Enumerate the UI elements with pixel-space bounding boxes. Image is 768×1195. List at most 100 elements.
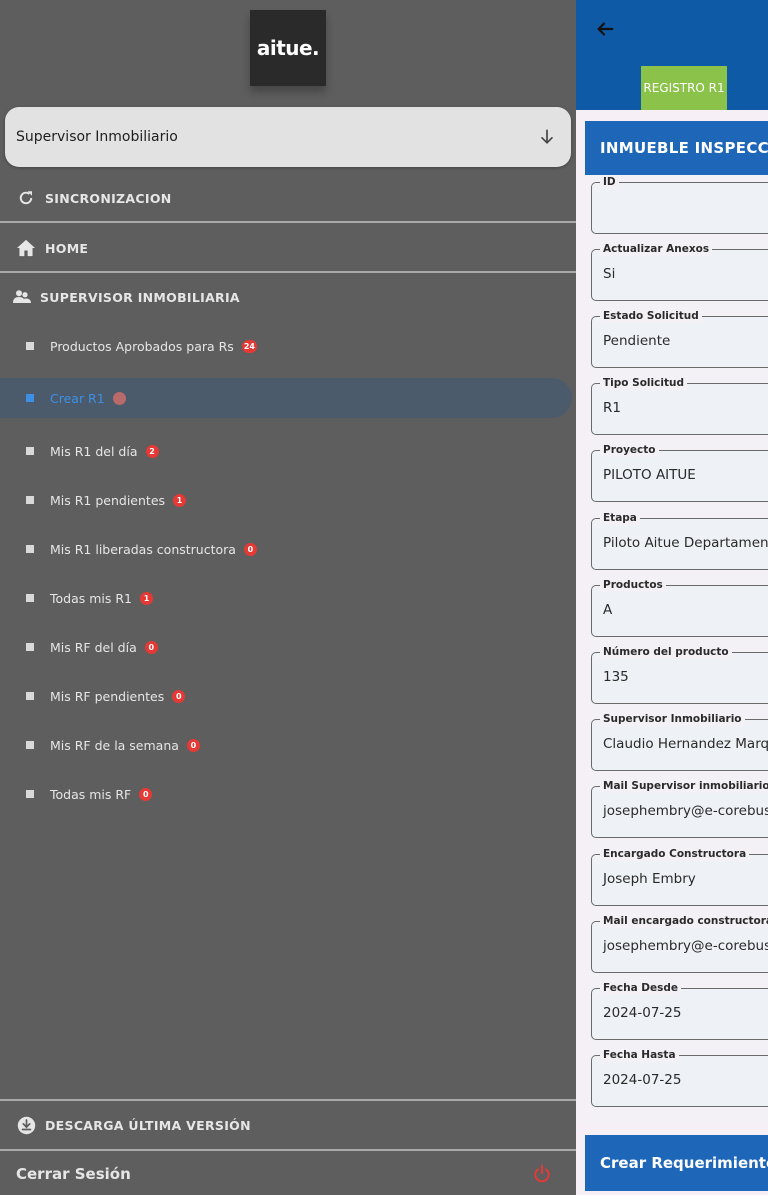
- numero-producto-field[interactable]: Número del producto 135: [591, 645, 768, 704]
- menu-section-label: SUPERVISOR INMOBILIARIA: [40, 289, 240, 305]
- bullet-icon: [26, 394, 34, 402]
- section-title: INMUEBLE INSPECCI: [585, 121, 768, 175]
- arrow-down-icon: [541, 129, 553, 144]
- divider: [0, 221, 576, 223]
- menu-home-label: HOME: [45, 240, 89, 256]
- logo-text: aitue.: [256, 36, 320, 60]
- field-label: Etapa: [600, 511, 640, 525]
- menu-item-label: Mis R1 liberadas constructora: [50, 541, 236, 557]
- count-badge: 0: [243, 542, 257, 556]
- role-selector-value: Supervisor Inmobiliario: [16, 129, 178, 145]
- field-label: Mail encargado constructora: [600, 914, 768, 928]
- bullet-icon: [26, 447, 34, 455]
- form-panel: REGISTRO R1 INMUEBLE INSPECCI ID Actuali…: [576, 0, 768, 1195]
- supervisor-inmobiliario-field[interactable]: Supervisor Inmobiliario Claudio Hernande…: [591, 712, 768, 771]
- bullet-icon: [26, 643, 34, 651]
- menu-download-label: DESCARGA ÚLTIMA VERSIÓN: [45, 1117, 251, 1133]
- encargado-constructora-field[interactable]: Encargado Constructora Joseph Embry: [591, 847, 768, 906]
- menu-item-label: Mis RF del día: [50, 639, 137, 655]
- count-badge: 24: [241, 339, 257, 353]
- logout-button[interactable]: Cerrar Sesión: [0, 1152, 576, 1195]
- divider: [0, 1149, 576, 1151]
- field-label: Mail Supervisor inmobiliario: [600, 779, 768, 793]
- home-icon: [16, 238, 36, 258]
- field-value: 135: [603, 669, 629, 685]
- field-label: Tipo Solicitud: [600, 376, 687, 390]
- menu-sync[interactable]: SINCRONIZACION: [0, 177, 576, 219]
- id-field[interactable]: ID: [591, 175, 768, 234]
- group-icon: [12, 287, 32, 307]
- aitue-logo: aitue.: [250, 10, 326, 86]
- count-badge: 0: [172, 689, 186, 703]
- logout-label: Cerrar Sesión: [16, 1164, 131, 1183]
- menu-section-supervisor[interactable]: SUPERVISOR INMOBILIARIA: [0, 277, 576, 317]
- field-label: Estado Solicitud: [600, 309, 702, 323]
- field-label: Proyecto: [600, 443, 659, 457]
- count-badge: 0: [186, 738, 200, 752]
- mail-supervisor-field[interactable]: Mail Supervisor inmobiliario josephembry…: [591, 779, 768, 838]
- fecha-hasta-field[interactable]: Fecha Hasta 2024-07-25: [591, 1048, 768, 1107]
- menu-item-mis-r1-dia[interactable]: Mis R1 del día 2: [0, 431, 572, 471]
- field-value: Piloto Aitue Departament: [603, 535, 768, 551]
- field-value: 2024-07-25: [603, 1072, 682, 1088]
- field-value: PILOTO AITUE: [603, 467, 696, 483]
- menu-item-mis-r1-liberadas[interactable]: Mis R1 liberadas constructora 0: [0, 529, 572, 569]
- etapa-field[interactable]: Etapa Piloto Aitue Departament: [591, 511, 768, 570]
- bullet-icon: [26, 692, 34, 700]
- menu-item-label: Todas mis R1: [50, 590, 133, 606]
- field-label: Productos: [600, 578, 666, 592]
- menu-item-label: Mis R1 pendientes: [50, 492, 166, 508]
- menu-sync-label: SINCRONIZACION: [45, 190, 172, 206]
- bullet-icon: [26, 496, 34, 504]
- divider: [0, 1099, 576, 1101]
- count-badge: 0: [112, 391, 126, 405]
- divider: [0, 271, 576, 273]
- app-bar: REGISTRO R1: [576, 0, 768, 110]
- bullet-icon: [26, 741, 34, 749]
- menu-item-label: Todas mis RF: [50, 786, 132, 802]
- count-badge: 0: [144, 640, 158, 654]
- menu-item-mis-r1-pendientes[interactable]: Mis R1 pendientes 1: [0, 480, 572, 520]
- actualizar-anexos-field[interactable]: Actualizar Anexos Si: [591, 242, 768, 301]
- count-badge: 2: [145, 444, 159, 458]
- menu-item-mis-rf-semana[interactable]: Mis RF de la semana 0: [0, 725, 572, 765]
- field-label: Supervisor Inmobiliario: [600, 712, 745, 726]
- menu-item-label: Productos Aprobados para Rs: [50, 338, 234, 354]
- mail-encargado-field[interactable]: Mail encargado constructora josephembry@…: [591, 914, 768, 973]
- tipo-solicitud-field[interactable]: Tipo Solicitud R1: [591, 376, 768, 435]
- menu-item-label: Crear R1: [50, 390, 105, 406]
- field-value: Joseph Embry: [603, 871, 696, 887]
- sync-icon: [16, 188, 36, 208]
- download-icon: [16, 1115, 36, 1135]
- field-value: josephembry@e-corebusi: [603, 938, 768, 954]
- menu-download-latest[interactable]: DESCARGA ÚLTIMA VERSIÓN: [0, 1104, 576, 1146]
- count-badge: 1: [173, 493, 187, 507]
- menu-item-todas-mis-r1[interactable]: Todas mis R1 1: [0, 578, 572, 618]
- field-value: Pendiente: [603, 333, 671, 349]
- proyecto-field[interactable]: Proyecto PILOTO AITUE: [591, 443, 768, 502]
- power-icon: [534, 1164, 550, 1182]
- menu-item-mis-rf-pendientes[interactable]: Mis RF pendientes 0: [0, 676, 572, 716]
- field-value: R1: [603, 400, 621, 416]
- estado-solicitud-field[interactable]: Estado Solicitud Pendiente: [591, 309, 768, 368]
- field-value: Si: [603, 266, 616, 282]
- field-value: josephembry@e-corebusi: [603, 803, 768, 819]
- registro-r1-tab[interactable]: REGISTRO R1: [641, 66, 727, 110]
- fecha-desde-field[interactable]: Fecha Desde 2024-07-25: [591, 981, 768, 1040]
- role-selector[interactable]: Supervisor Inmobiliario: [5, 107, 571, 167]
- crear-requerimientos-button[interactable]: Crear Requerimientos: [585, 1135, 768, 1191]
- bullet-icon: [26, 594, 34, 602]
- field-value: A: [603, 602, 613, 618]
- field-label: Fecha Desde: [600, 981, 682, 995]
- menu-item-crear-r1[interactable]: Crear R1 0: [0, 378, 572, 418]
- arrow-back-icon[interactable]: [594, 18, 616, 40]
- field-value: Claudio Hernandez Marqu: [603, 736, 768, 752]
- menu-item-productos-aprobados[interactable]: Productos Aprobados para Rs 24: [0, 326, 572, 366]
- bullet-icon: [26, 790, 34, 798]
- menu-item-todas-mis-rf[interactable]: Todas mis RF 0: [0, 774, 572, 814]
- field-label: Encargado Constructora: [600, 847, 750, 861]
- productos-field[interactable]: Productos A: [591, 578, 768, 637]
- field-label: ID: [600, 175, 619, 189]
- menu-home[interactable]: HOME: [0, 227, 576, 269]
- menu-item-mis-rf-dia[interactable]: Mis RF del día 0: [0, 627, 572, 667]
